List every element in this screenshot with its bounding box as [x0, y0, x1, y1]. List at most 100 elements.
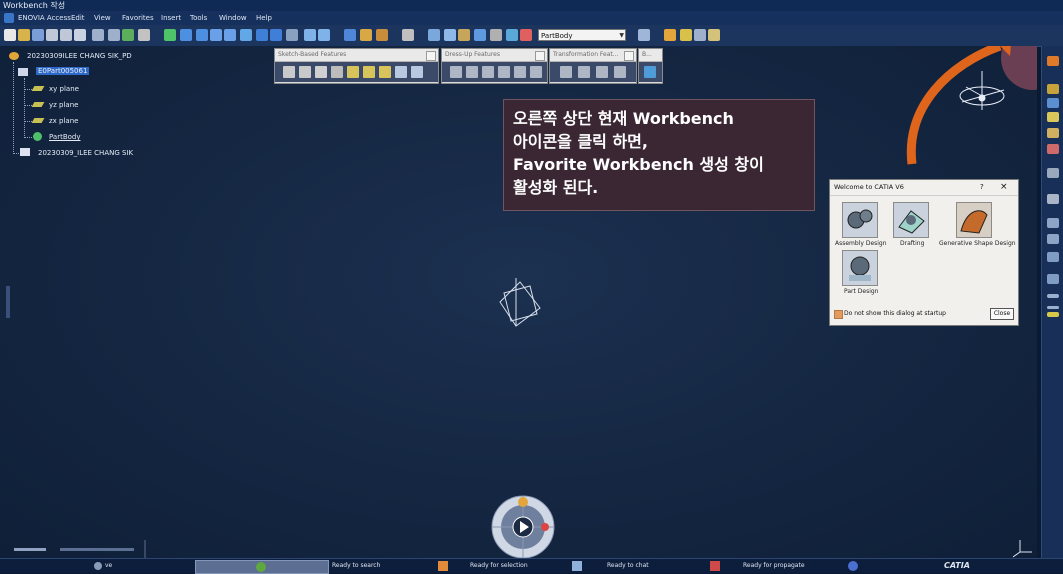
redo-icon[interactable] — [108, 29, 120, 41]
tree-zx-plane[interactable]: zx plane — [49, 117, 78, 125]
sketcher-icon[interactable] — [1047, 84, 1059, 94]
tree-partbody[interactable]: PartBody — [49, 133, 81, 141]
swap-space-icon[interactable] — [318, 29, 330, 41]
plane-icon[interactable] — [520, 29, 532, 41]
undo-icon[interactable] — [92, 29, 104, 41]
close-icon[interactable] — [426, 51, 436, 61]
loft-icon[interactable] — [411, 66, 423, 78]
chamfer-icon[interactable] — [466, 66, 478, 78]
stiffener-icon[interactable] — [395, 66, 407, 78]
menu-tools[interactable]: Tools — [190, 11, 207, 25]
paste-icon[interactable] — [74, 29, 86, 41]
tree-yz-plane[interactable]: yz plane — [49, 101, 78, 109]
hide-show-icon[interactable] — [304, 29, 316, 41]
point-tool-icon[interactable] — [1047, 218, 1059, 228]
reorder-icon[interactable] — [694, 29, 706, 41]
h-scroll-thumb[interactable] — [14, 548, 46, 551]
transformation-features-toolbar[interactable]: Transformation Feat... — [549, 48, 637, 84]
apply-material-icon[interactable] — [376, 29, 388, 41]
current-workbench-icon[interactable] — [1047, 56, 1059, 66]
pan-icon[interactable] — [180, 29, 192, 41]
shaft-icon[interactable] — [315, 66, 327, 78]
new-icon[interactable] — [4, 29, 16, 41]
copy-icon[interactable] — [60, 29, 72, 41]
selection-status-icon[interactable] — [572, 561, 582, 571]
hole-icon[interactable] — [347, 66, 359, 78]
tree-xy-plane[interactable]: xy plane — [49, 85, 79, 93]
drafting-button[interactable] — [893, 202, 929, 238]
pattern-icon[interactable] — [596, 66, 608, 78]
shading-icon[interactable] — [286, 29, 298, 41]
menu-view[interactable]: View — [94, 11, 111, 25]
zoom-out-icon[interactable] — [224, 29, 236, 41]
refresh-icon[interactable] — [122, 29, 134, 41]
multi-view-icon[interactable] — [256, 29, 268, 41]
catia-menu-icon[interactable] — [4, 13, 14, 23]
catalog-icon[interactable] — [360, 29, 372, 41]
work-object-combo[interactable]: PartBody ▼ — [538, 29, 626, 41]
close-icon[interactable] — [624, 51, 634, 61]
zoom-in-icon[interactable] — [210, 29, 222, 41]
help-button[interactable]: ? — [980, 180, 984, 195]
sketch-based-features-toolbar[interactable]: Sketch-Based Features — [274, 48, 439, 84]
iso-view-icon[interactable] — [270, 29, 282, 41]
mirror-icon[interactable] — [578, 66, 590, 78]
plane-tool-icon[interactable] — [1047, 112, 1059, 122]
groove-icon[interactable] — [331, 66, 343, 78]
axis-system-icon[interactable] — [458, 29, 470, 41]
save-icon[interactable] — [32, 29, 44, 41]
formula-icon[interactable] — [1047, 168, 1059, 178]
assembly-design-button[interactable] — [842, 202, 878, 238]
curve-tool-icon[interactable] — [1047, 252, 1059, 262]
part-design-button[interactable] — [842, 250, 878, 286]
tree-second-root[interactable]: 20230309_ILEE CHANG SIK — [38, 149, 133, 157]
line-icon[interactable] — [506, 29, 518, 41]
draft-icon[interactable] — [482, 66, 494, 78]
pocket-icon[interactable] — [299, 66, 311, 78]
close-button[interactable]: Close — [990, 308, 1014, 320]
document-icon[interactable] — [20, 148, 30, 156]
line-icon[interactable] — [1047, 306, 1059, 309]
pad-icon[interactable] — [283, 66, 295, 78]
thickness-icon[interactable] — [514, 66, 526, 78]
shell-icon[interactable] — [498, 66, 510, 78]
measure-icon[interactable] — [344, 29, 356, 41]
generative-shape-design-button[interactable] — [956, 202, 992, 238]
search-status-icon[interactable] — [438, 561, 448, 571]
open-icon[interactable] — [18, 29, 30, 41]
cut-icon[interactable] — [46, 29, 58, 41]
publish-icon[interactable] — [664, 29, 676, 41]
whats-this-icon[interactable] — [138, 29, 150, 41]
slot-icon[interactable] — [379, 66, 391, 78]
fit-all-icon[interactable] — [164, 29, 176, 41]
thread-icon[interactable] — [530, 66, 542, 78]
exit-icon[interactable] — [1047, 98, 1059, 108]
normal-view-icon[interactable] — [240, 29, 252, 41]
reference-icon[interactable] — [1047, 128, 1059, 138]
tree-part-selected[interactable]: E0Part005061 — [36, 67, 90, 75]
line-tool-icon[interactable] — [1047, 234, 1059, 244]
robot-navigation-widget[interactable] — [490, 494, 556, 560]
fillet-icon[interactable] — [450, 66, 462, 78]
menu-edit[interactable]: Edit — [71, 11, 85, 25]
tools-options-icon[interactable] — [680, 29, 692, 41]
gear-icon[interactable] — [33, 132, 42, 141]
projection-icon[interactable] — [1047, 274, 1059, 284]
menu-insert[interactable]: Insert — [161, 11, 181, 25]
sketch-analysis-icon[interactable] — [428, 29, 440, 41]
point-icon[interactable] — [474, 29, 486, 41]
tree-root[interactable]: 20230309ILEE CHANG SIK_PD — [27, 52, 132, 60]
propagate-status-icon[interactable] — [848, 561, 858, 571]
startup-checkbox[interactable] — [834, 310, 843, 319]
menu-help[interactable]: Help — [256, 11, 272, 25]
part-icon[interactable] — [18, 68, 28, 76]
camera-icon[interactable] — [402, 29, 414, 41]
h-scroll-track[interactable] — [60, 548, 134, 551]
tree-collapse-handle[interactable] — [6, 286, 10, 318]
dot-icon[interactable] — [1047, 294, 1059, 298]
menu-window[interactable]: Window — [219, 11, 247, 25]
boolean-toolbar[interactable]: B... — [638, 48, 663, 84]
close-icon[interactable] — [535, 51, 545, 61]
dress-up-features-toolbar[interactable]: Dress-Up Features — [441, 48, 548, 84]
translate-icon[interactable] — [560, 66, 572, 78]
